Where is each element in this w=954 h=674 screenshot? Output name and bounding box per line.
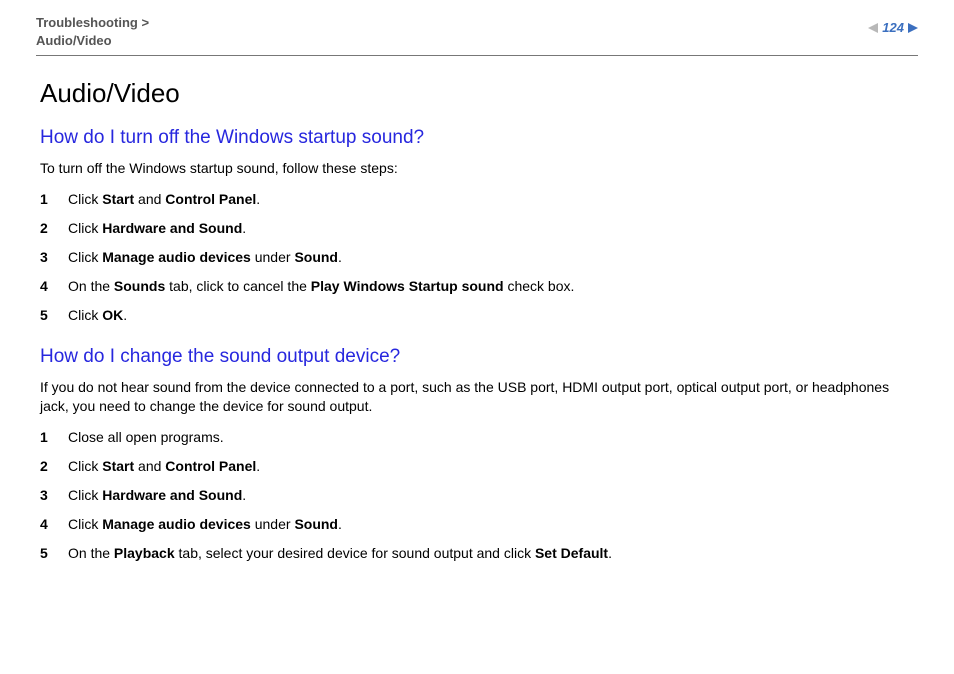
step-list: 1Click Start and Control Panel.2Click Ha… bbox=[40, 190, 914, 324]
step-number: 3 bbox=[40, 248, 68, 267]
step-number: 5 bbox=[40, 306, 68, 325]
step-text: On the Sounds tab, click to cancel the P… bbox=[68, 277, 574, 296]
step-item: 3Click Hardware and Sound. bbox=[40, 486, 914, 505]
step-text: Click Hardware and Sound. bbox=[68, 486, 246, 505]
section-intro: If you do not hear sound from the device… bbox=[40, 378, 914, 416]
breadcrumb: Troubleshooting > Audio/Video bbox=[36, 14, 149, 49]
step-item: 4Click Manage audio devices under Sound. bbox=[40, 515, 914, 534]
step-text: Click Manage audio devices under Sound. bbox=[68, 515, 342, 534]
section-intro: To turn off the Windows startup sound, f… bbox=[40, 159, 914, 178]
step-number: 4 bbox=[40, 277, 68, 296]
step-number: 4 bbox=[40, 515, 68, 534]
step-item: 4On the Sounds tab, click to cancel the … bbox=[40, 277, 914, 296]
step-text: Click Manage audio devices under Sound. bbox=[68, 248, 342, 267]
step-number: 5 bbox=[40, 544, 68, 563]
page-number: 124 bbox=[882, 20, 904, 35]
step-item: 2Click Hardware and Sound. bbox=[40, 219, 914, 238]
page-title: Audio/Video bbox=[40, 78, 914, 109]
step-text: Click Start and Control Panel. bbox=[68, 457, 260, 476]
step-item: 5On the Playback tab, select your desire… bbox=[40, 544, 914, 563]
step-item: 5Click OK. bbox=[40, 306, 914, 325]
breadcrumb-sep: > bbox=[141, 15, 149, 30]
page-content: Audio/Video How do I turn off the Window… bbox=[36, 78, 918, 563]
step-number: 2 bbox=[40, 219, 68, 238]
step-list: 1Close all open programs.2Click Start an… bbox=[40, 428, 914, 562]
step-item: 3Click Manage audio devices under Sound. bbox=[40, 248, 914, 267]
step-text: Click OK. bbox=[68, 306, 127, 325]
prev-page-icon[interactable] bbox=[868, 23, 878, 33]
section-heading: How do I change the sound output device? bbox=[40, 346, 914, 368]
step-number: 2 bbox=[40, 457, 68, 476]
breadcrumb-current: Audio/Video bbox=[36, 33, 112, 48]
step-number: 3 bbox=[40, 486, 68, 505]
page-header: Troubleshooting > Audio/Video 124 bbox=[36, 14, 918, 56]
section-heading: How do I turn off the Windows startup so… bbox=[40, 127, 914, 149]
step-text: Click Hardware and Sound. bbox=[68, 219, 246, 238]
step-number: 1 bbox=[40, 190, 68, 209]
step-text: On the Playback tab, select your desired… bbox=[68, 544, 612, 563]
step-text: Click Start and Control Panel. bbox=[68, 190, 260, 209]
step-item: 1Close all open programs. bbox=[40, 428, 914, 447]
step-item: 1Click Start and Control Panel. bbox=[40, 190, 914, 209]
next-page-icon[interactable] bbox=[908, 23, 918, 33]
step-item: 2Click Start and Control Panel. bbox=[40, 457, 914, 476]
step-text: Close all open programs. bbox=[68, 428, 224, 447]
breadcrumb-parent: Troubleshooting bbox=[36, 15, 138, 30]
step-number: 1 bbox=[40, 428, 68, 447]
page-nav: 124 bbox=[868, 20, 918, 35]
